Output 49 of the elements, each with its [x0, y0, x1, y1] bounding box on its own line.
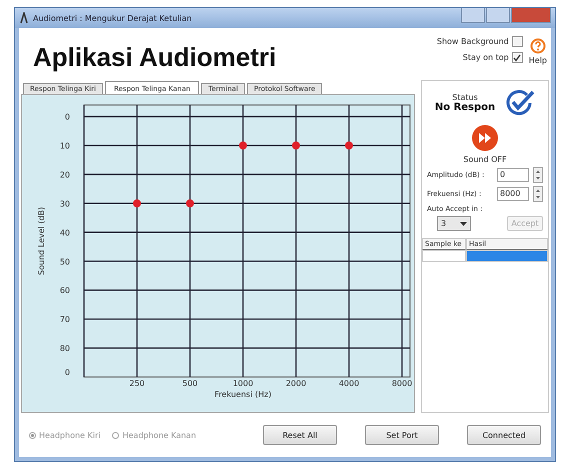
- x-tick-label: 1000: [232, 379, 254, 388]
- sound-label: Sound OFF: [463, 155, 507, 164]
- x-tick-label: 2000: [286, 379, 306, 388]
- action-button[interactable]: Set Port: [365, 425, 439, 445]
- spinner-field[interactable]: 8000: [497, 187, 529, 201]
- help-label: Help: [528, 56, 547, 65]
- auto-accept-dropdown[interactable]: 3: [437, 216, 471, 231]
- checkmark-icon: [505, 89, 536, 117]
- checkbox[interactable]: [512, 36, 523, 47]
- action-button[interactable]: Reset All: [263, 425, 337, 445]
- spinner-arrows-icon[interactable]: [533, 167, 543, 183]
- action-button[interactable]: Connected: [467, 425, 541, 445]
- checkbox[interactable]: [512, 52, 523, 63]
- x-tick-label: 0: [64, 368, 70, 377]
- y-tick-label: 10: [60, 142, 70, 150]
- x-tick-label: 8000: [392, 379, 412, 388]
- x-tick-label: 4000: [338, 379, 360, 388]
- x-tick-label: 500: [182, 379, 198, 388]
- y-tick-label: 30: [60, 199, 70, 208]
- radio-button[interactable]: [112, 432, 120, 438]
- radio-button[interactable]: [29, 432, 36, 438]
- app-title: Aplikasi Audiometri: [33, 42, 276, 74]
- radio-label: Headphone Kiri: [39, 430, 100, 440]
- table-cell[interactable]: [466, 250, 548, 262]
- y-tick-label: 60: [60, 286, 70, 296]
- x-axis-label: Frekuensi (Hz): [214, 390, 272, 399]
- y-tick-label: 50: [60, 257, 70, 266]
- y-tick-label: 0: [64, 112, 70, 122]
- status-label: Status: [452, 93, 478, 102]
- status-value: No Respon: [434, 102, 496, 113]
- spinner-arrows-icon[interactable]: [533, 186, 543, 202]
- window-title: Audiometri : Mengukur Derajat Ketulian: [33, 14, 192, 22]
- app-icon: [19, 12, 29, 24]
- y-tick-label: 20: [60, 170, 70, 180]
- radio-label: Headphone Kanan: [122, 430, 196, 440]
- option-label: Stay on top: [462, 53, 509, 62]
- spinner-field[interactable]: 0: [497, 168, 529, 182]
- maximize-button[interactable]: [486, 8, 510, 23]
- y-tick-label: 70: [60, 315, 70, 324]
- dropdown-caret-icon[interactable]: [460, 222, 467, 226]
- close-button[interactable]: [511, 8, 551, 23]
- option-label: Show Background: [436, 37, 509, 46]
- help-icon[interactable]: [530, 38, 546, 54]
- minimize-button[interactable]: [461, 8, 485, 23]
- y-tick-label: 80: [60, 344, 70, 354]
- y-axis-label: Sound Level (dB): [37, 206, 46, 276]
- y-tick-label: 40: [60, 228, 70, 238]
- play-button[interactable]: [471, 124, 499, 152]
- x-tick-label: 250: [129, 379, 145, 388]
